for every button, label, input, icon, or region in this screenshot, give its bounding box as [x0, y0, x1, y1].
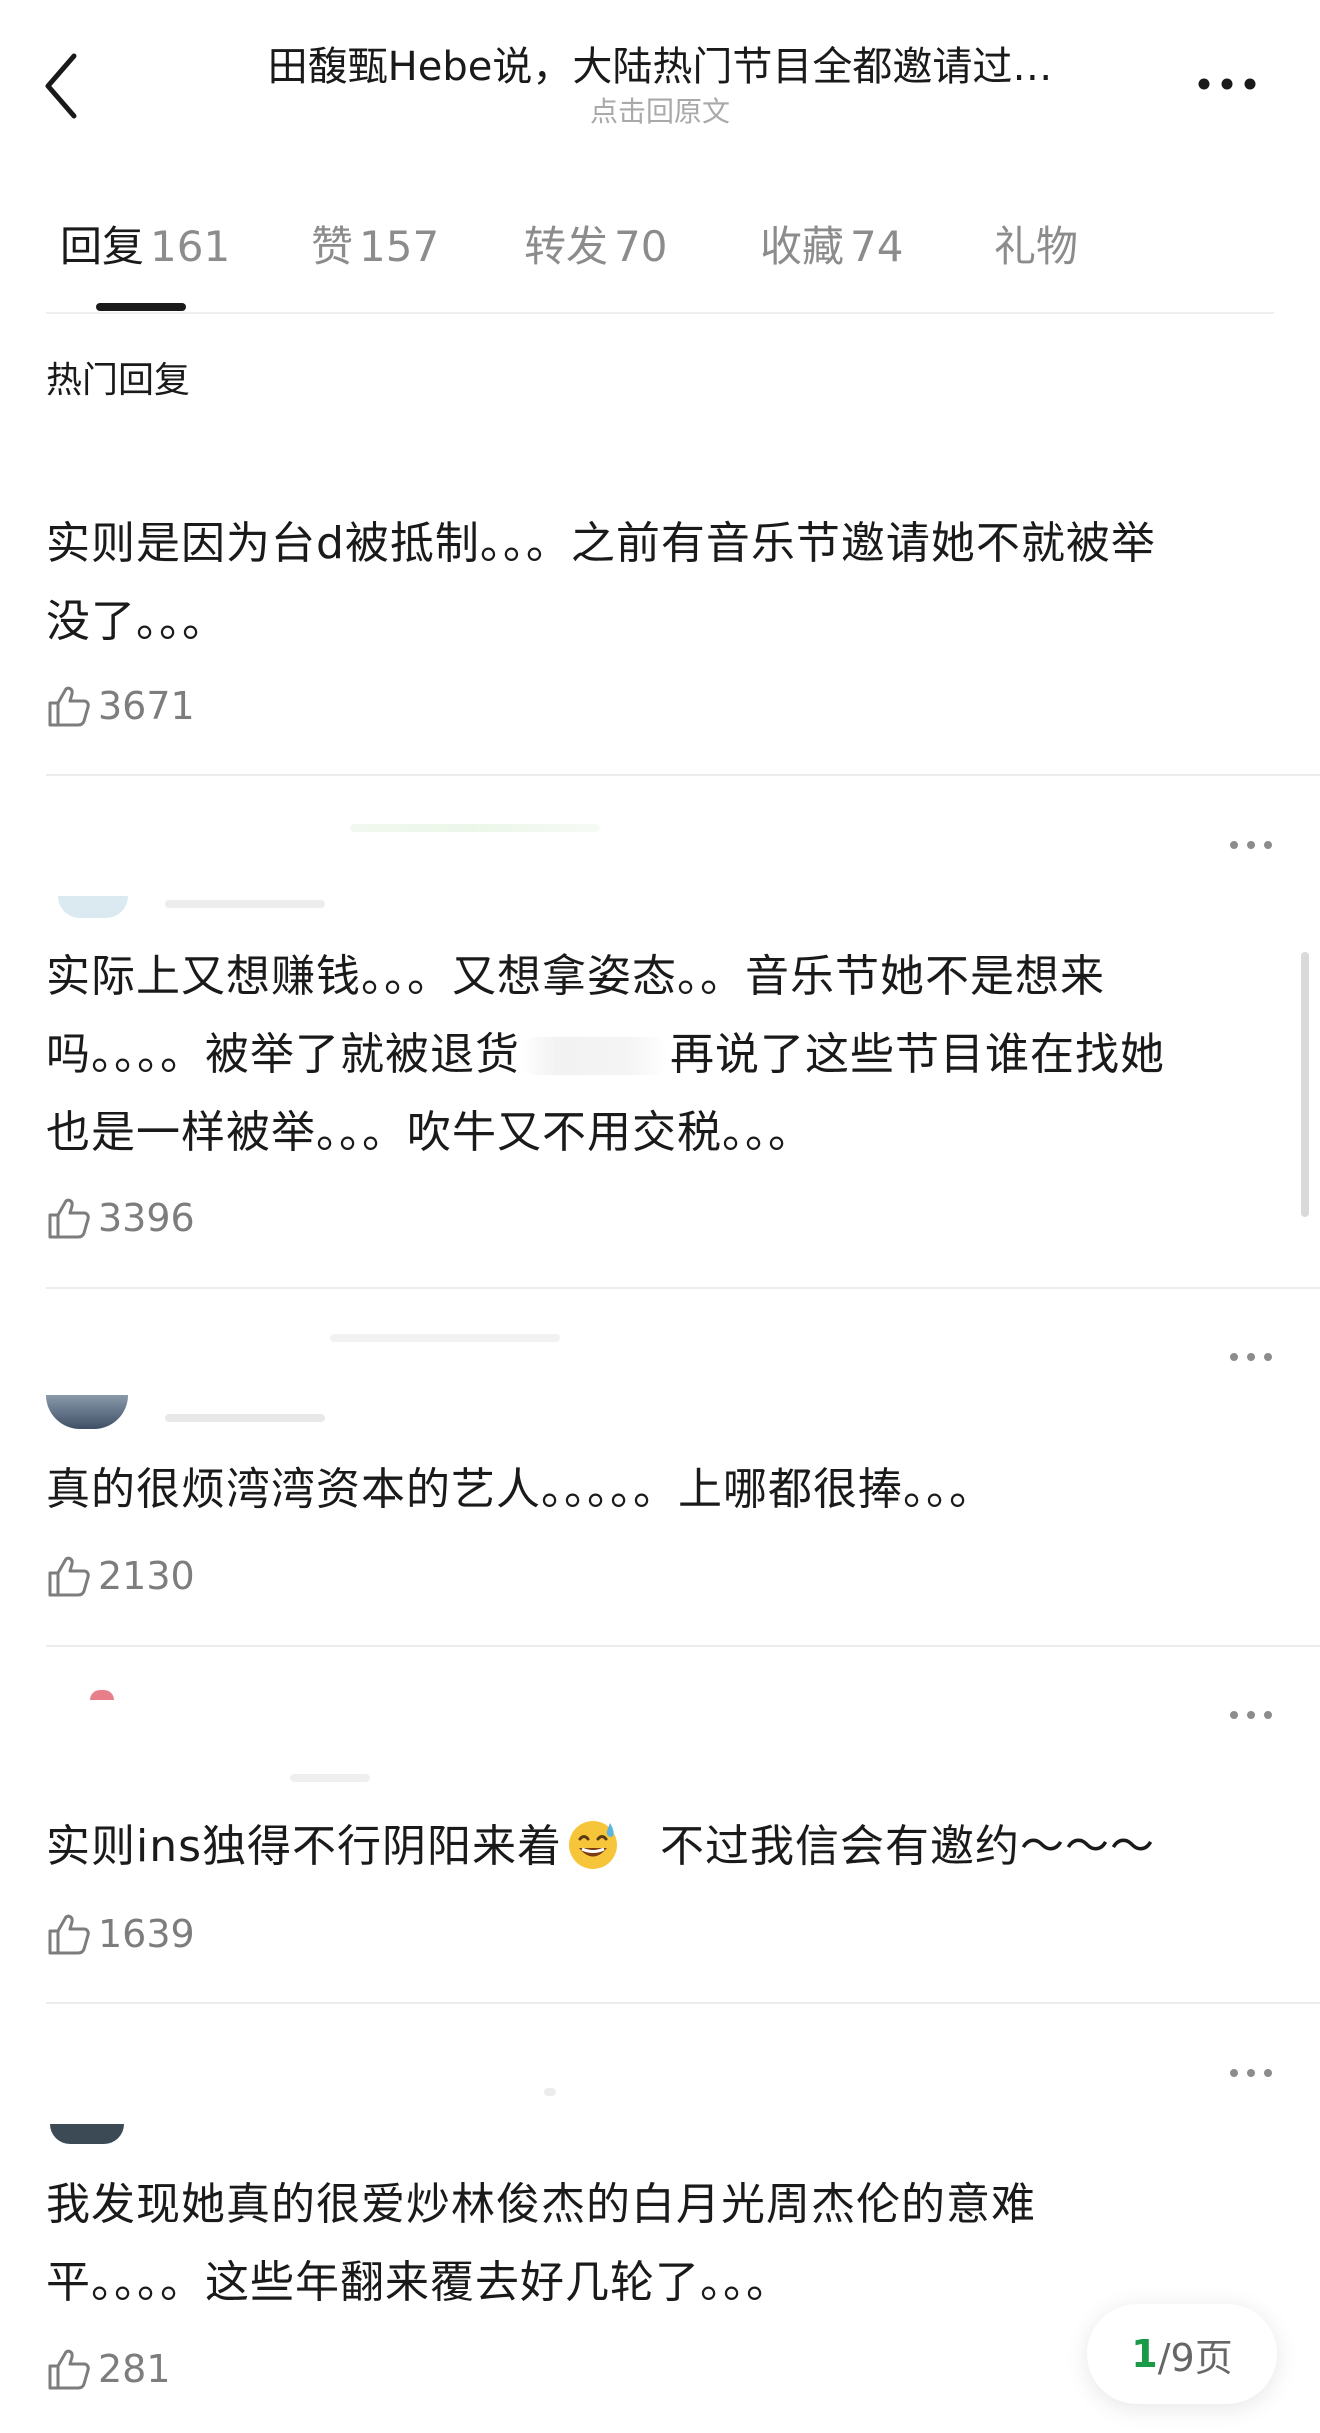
- tab-reposts[interactable]: 转发 70: [524, 212, 667, 282]
- tab-replies[interactable]: 回复 161: [60, 212, 230, 282]
- like-button[interactable]: 3671: [46, 678, 195, 734]
- comment-text: 实则是因为台d被抵制。。。之前有音乐节邀请她不就被举 没了。。。: [46, 518, 1156, 647]
- page-indicator-button[interactable]: 1/9页: [1087, 2304, 1277, 2404]
- comment-more-button[interactable]: [1226, 830, 1276, 860]
- username-fragment: [290, 1774, 370, 1782]
- sweat-smile-emoji-icon: [569, 1821, 618, 1869]
- avatar[interactable]: [50, 2124, 124, 2144]
- tab-bar: 回复 161 赞 157 转发 70 收藏 74 礼物: [46, 212, 1276, 292]
- like-button[interactable]: 281: [46, 2341, 171, 2397]
- back-arrow-icon: [45, 53, 77, 119]
- tab-gifts[interactable]: 礼物: [994, 212, 1078, 282]
- more-dots-icon: [1198, 78, 1256, 90]
- more-dots-icon: [1230, 2069, 1272, 2077]
- scrollbar[interactable]: [1301, 952, 1309, 1217]
- blurred-text: [520, 1037, 670, 1075]
- username-fragment: [350, 824, 600, 832]
- avatar[interactable]: [90, 1690, 114, 1700]
- comment-more-button[interactable]: [1226, 1342, 1276, 1372]
- back-to-original-link[interactable]: 点击回原文: [190, 92, 1130, 132]
- thumbs-up-icon: [48, 1914, 90, 1955]
- username-fragment: [330, 1334, 560, 1342]
- more-options-button[interactable]: [1192, 64, 1262, 104]
- tab-favorites[interactable]: 收藏 74: [760, 212, 903, 282]
- like-button[interactable]: 3396: [46, 1190, 195, 1246]
- hot-replies-heading: 热门回复: [46, 360, 191, 401]
- comment-divider: [46, 1287, 1320, 1289]
- tab-likes[interactable]: 赞 157: [311, 212, 439, 282]
- comment-divider: [46, 774, 1320, 776]
- thumbs-up-icon: [48, 686, 90, 727]
- comment-text: 真的很烦湾湾资本的艺人。。。。。上哪都很捧。。。: [46, 1464, 994, 1515]
- comment-text: 我发现她真的很爱炒林俊杰的白月光周杰伦的意难 平。。。。这些年翻来覆去好几轮了。…: [46, 2179, 1036, 2308]
- comment-text: 实则ins独得不行阴阳来着 不过我信会有邀约～～～: [46, 1808, 1274, 1886]
- username-fragment: [165, 1414, 325, 1422]
- comment-more-button[interactable]: [1226, 2058, 1276, 2088]
- comment-divider: [46, 2002, 1320, 2004]
- username-fragment: [165, 900, 325, 908]
- username-fragment: [544, 2088, 556, 2096]
- back-button[interactable]: [40, 48, 90, 124]
- avatar[interactable]: [58, 896, 128, 918]
- thumbs-up-icon: [48, 2349, 90, 2390]
- current-page: 1: [1131, 2332, 1158, 2376]
- like-button[interactable]: 2130: [46, 1548, 195, 1604]
- comment-text: 实际上又想赚钱。。。又想拿姿态。。音乐节她不是想来 吗。。。。被举了就被退货 再说…: [46, 951, 1165, 1158]
- avatar[interactable]: [46, 1395, 128, 1429]
- more-dots-icon: [1230, 1353, 1272, 1361]
- post-title: 田馥甄Hebe说，大陆热门节目全都邀请过…: [267, 44, 1053, 90]
- comment-more-button[interactable]: [1226, 1700, 1276, 1730]
- tabs-divider: [46, 312, 1274, 314]
- comment-divider: [46, 1645, 1320, 1647]
- more-dots-icon: [1230, 841, 1272, 849]
- more-dots-icon: [1230, 1711, 1272, 1719]
- like-button[interactable]: 1639: [46, 1906, 195, 1962]
- thumbs-up-icon: [48, 1556, 90, 1597]
- header-title-area[interactable]: 田馥甄Hebe说，大陆热门节目全都邀请过… 点击回原文: [190, 36, 1130, 132]
- active-tab-indicator: [96, 303, 186, 311]
- page-total: /9页: [1157, 2335, 1233, 2380]
- thumbs-up-icon: [48, 1198, 90, 1239]
